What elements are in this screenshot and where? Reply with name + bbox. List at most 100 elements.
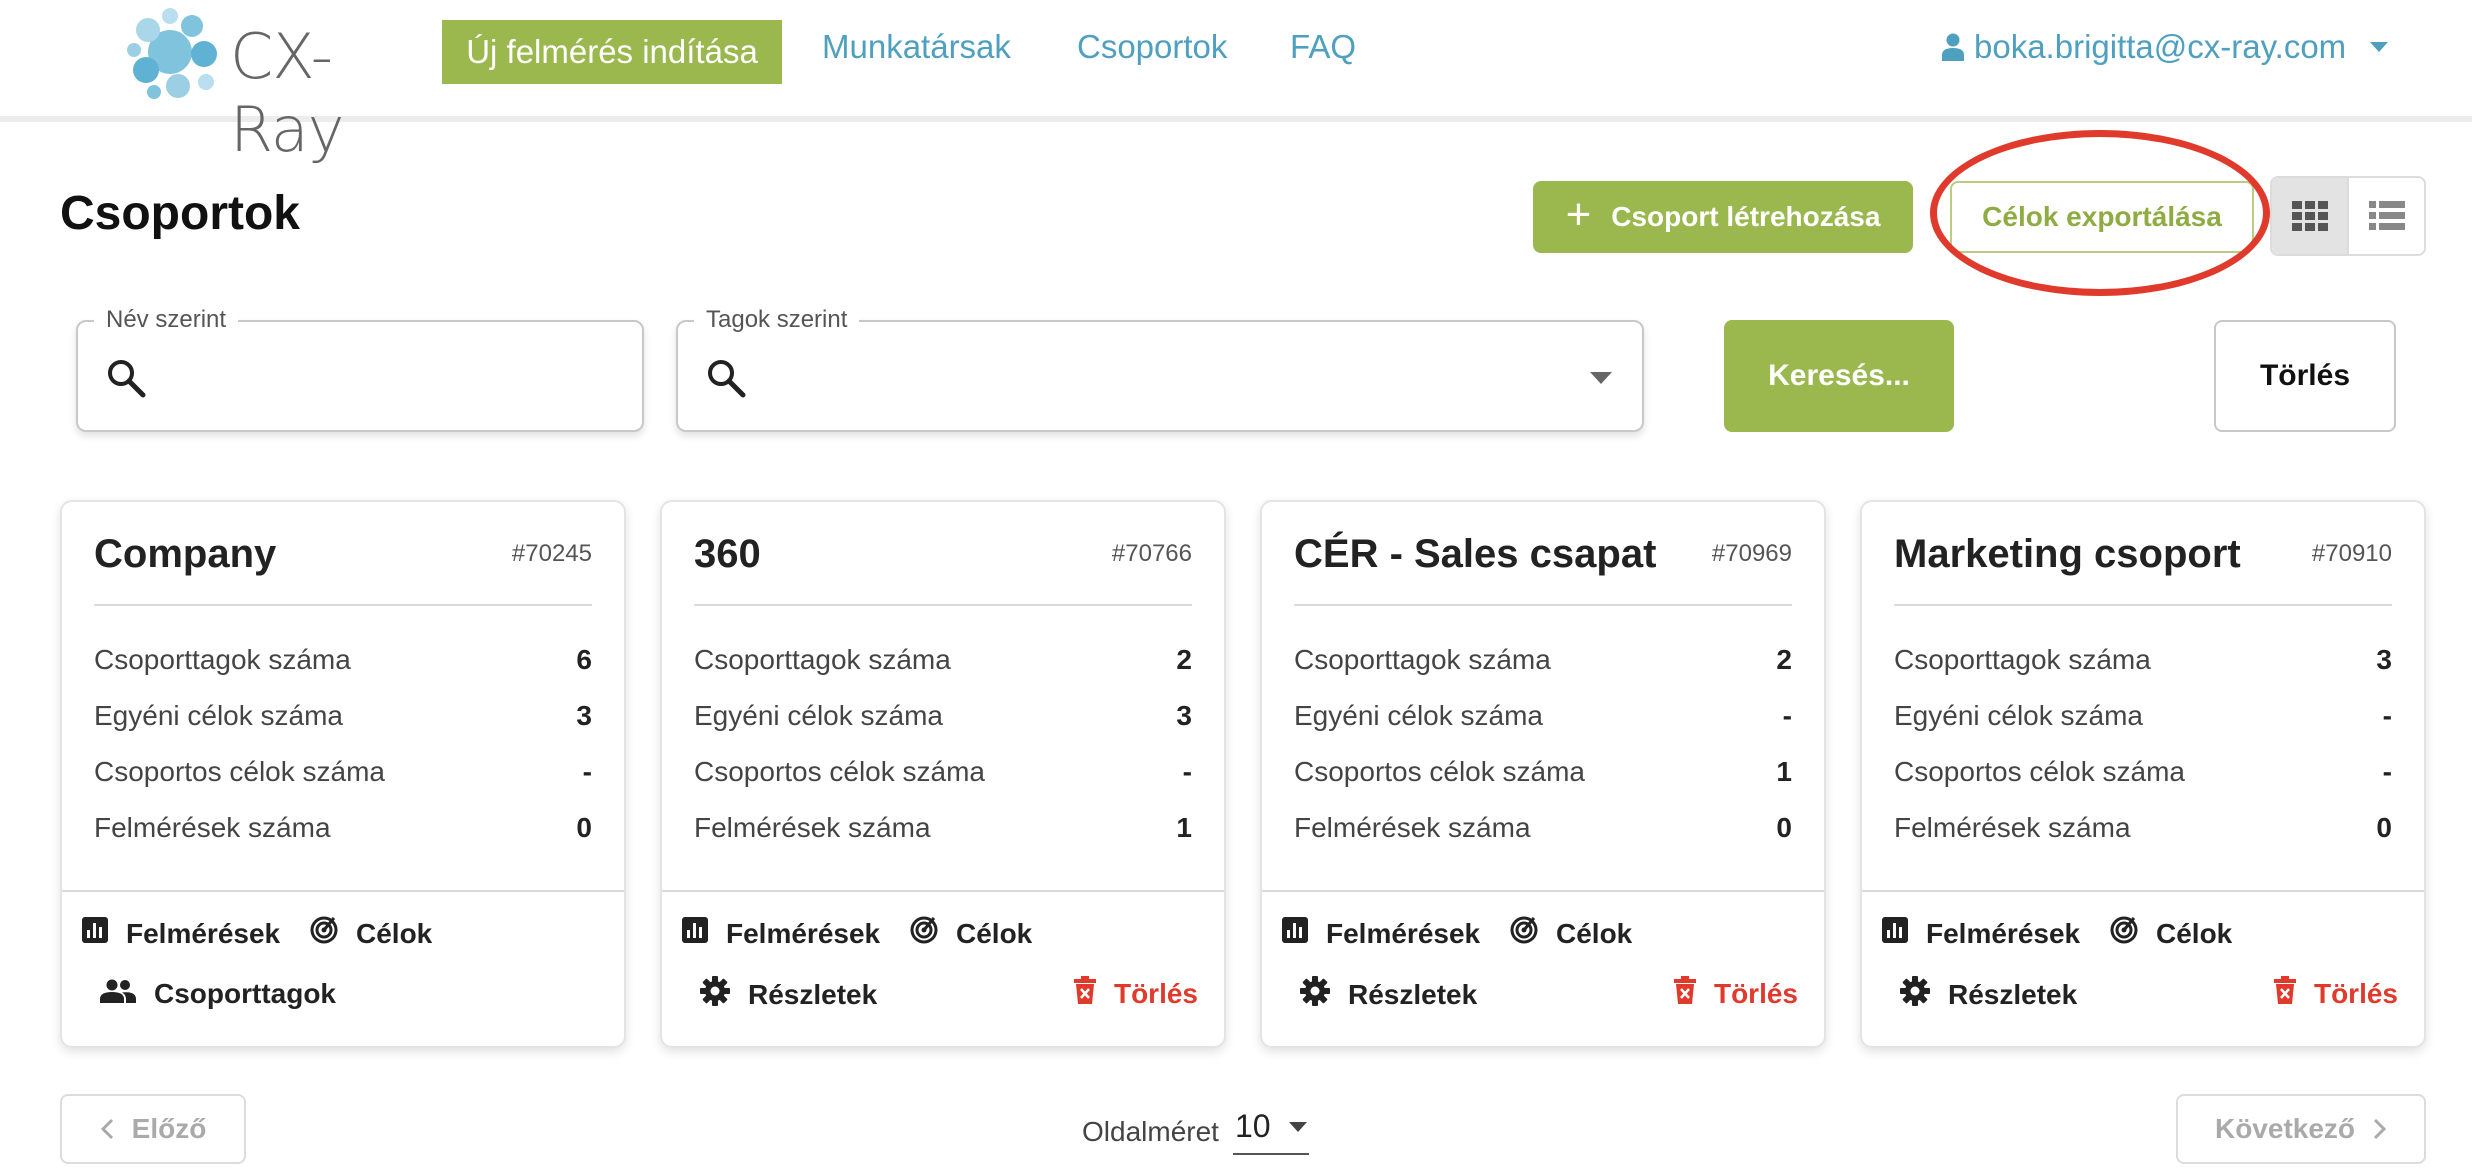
- target-icon: [910, 916, 938, 951]
- card-divider: [694, 604, 1192, 606]
- stat-value: 1: [1776, 756, 1792, 787]
- list-icon: [2368, 201, 2405, 230]
- logo-bubbles-icon: [127, 8, 217, 99]
- create-group-button[interactable]: + Csoport létrehozása: [1533, 181, 1913, 253]
- card-divider: [1862, 890, 2424, 892]
- delete-label: Törlés: [1113, 977, 1198, 1009]
- stat-label: Felmérések száma: [694, 812, 931, 843]
- next-page-label: Következő: [2214, 1113, 2356, 1144]
- goals-link[interactable]: Célok: [1510, 916, 1632, 951]
- nav-link-colleagues[interactable]: Munkatársak: [822, 28, 1011, 66]
- chevron-down-icon: [1288, 1121, 1307, 1132]
- delete-group-button[interactable]: Törlés: [1073, 976, 1198, 1011]
- plus-icon: +: [1565, 190, 1592, 239]
- group-id: #70910: [2311, 540, 2392, 567]
- details-link[interactable]: Részletek: [1900, 976, 2077, 1013]
- chevron-down-icon: [2370, 42, 2389, 52]
- goals-label: Célok: [356, 917, 433, 949]
- next-page-button[interactable]: Következő: [2176, 1094, 2426, 1164]
- goals-link[interactable]: Célok: [310, 916, 432, 951]
- details-label: Részletek: [748, 978, 878, 1010]
- members-label: Csoporttagok: [154, 978, 336, 1009]
- export-goals-button[interactable]: Célok exportálása: [1950, 181, 2254, 253]
- members-filter-label: Tagok szerint: [694, 306, 860, 334]
- nav-link-groups[interactable]: Csoportok: [1077, 28, 1227, 66]
- stat-label: Felmérések száma: [1894, 812, 2131, 843]
- card-divider: [662, 890, 1224, 892]
- surveys-link[interactable]: Felmérések: [1282, 917, 1480, 950]
- new-survey-button[interactable]: Új felmérés indítása: [442, 20, 782, 84]
- group-id: #70245: [511, 540, 592, 567]
- group-name[interactable]: CÉR - Sales csapat: [1294, 532, 1656, 577]
- stat-label: Csoportos célok száma: [694, 756, 986, 787]
- details-link[interactable]: Részletek: [700, 976, 877, 1013]
- stat-row: Egyéni célok száma 3: [694, 696, 1192, 736]
- logo-text: CX-Ray: [230, 20, 344, 166]
- create-group-label: Csoport létrehozása: [1611, 201, 1881, 232]
- nav-link-faq[interactable]: FAQ: [1290, 28, 1356, 66]
- stat-value: -: [1782, 700, 1792, 731]
- group-card[interactable]: Marketing csoport #70910 Csoporttagok szá…: [1860, 500, 2426, 1048]
- page-size-select[interactable]: 10: [1232, 1108, 1309, 1155]
- card-divider: [94, 604, 592, 606]
- target-icon: [2110, 916, 2138, 951]
- surveys-label: Felmérések: [1926, 917, 2081, 949]
- surveys-link[interactable]: Felmérések: [682, 917, 880, 950]
- bar-chart-icon: [682, 917, 708, 950]
- group-name[interactable]: Marketing csoport: [1894, 532, 2241, 577]
- members-filter-field[interactable]: Tagok szerint: [676, 306, 1644, 432]
- surveys-label: Felmérések: [1326, 917, 1481, 949]
- stat-label: Egyéni célok száma: [1894, 700, 2144, 731]
- members-link[interactable]: Csoporttagok: [100, 978, 336, 1010]
- search-icon: [708, 360, 746, 398]
- clear-filters-button[interactable]: Törlés: [2214, 320, 2396, 432]
- user-menu[interactable]: boka.brigitta@cx-ray.com: [1942, 28, 2389, 66]
- stat-row: Csoporttagok száma 2: [694, 640, 1192, 680]
- search-button[interactable]: Keresés...: [1724, 320, 1954, 432]
- stat-row: Csoporttagok száma 2: [1294, 640, 1792, 680]
- list-view-button[interactable]: [2349, 178, 2424, 254]
- surveys-link[interactable]: Felmérések: [1882, 917, 2080, 950]
- bar-chart-icon: [82, 917, 108, 950]
- stat-value: -: [2382, 700, 2392, 731]
- trash-icon: [2273, 976, 2296, 1011]
- stat-label: Egyéni célok száma: [1294, 700, 1544, 731]
- stat-value: 2: [1776, 644, 1792, 675]
- stat-label: Csoporttagok száma: [694, 644, 951, 675]
- group-id: #70766: [1111, 540, 1192, 567]
- group-name[interactable]: 360: [694, 532, 761, 577]
- stat-row: Csoportos célok száma -: [94, 752, 592, 792]
- group-card[interactable]: CÉR - Sales csapat #70969 Csoporttagok sz…: [1260, 500, 1826, 1048]
- stat-row: Csoporttagok száma 6: [94, 640, 592, 680]
- name-filter-field[interactable]: Név szerint: [76, 306, 644, 432]
- goals-label: Célok: [1556, 917, 1633, 949]
- surveys-label: Felmérések: [126, 917, 281, 949]
- details-link[interactable]: Részletek: [1300, 976, 1477, 1013]
- stat-label: Csoporttagok száma: [1894, 644, 2151, 675]
- delete-group-button[interactable]: Törlés: [1673, 976, 1798, 1011]
- goals-link[interactable]: Célok: [910, 916, 1032, 951]
- stat-value: 0: [576, 812, 592, 843]
- delete-group-button[interactable]: Törlés: [2273, 976, 2398, 1011]
- stat-label: Csoporttagok száma: [1294, 644, 1551, 675]
- dropdown-arrow-icon[interactable]: [1590, 372, 1612, 384]
- stat-label: Csoportos célok száma: [1294, 756, 1586, 787]
- stat-value: -: [1182, 756, 1192, 787]
- goals-link[interactable]: Célok: [2110, 916, 2232, 951]
- previous-page-button[interactable]: Előző: [60, 1094, 246, 1164]
- group-card[interactable]: Company #70245 Csoporttagok száma 6 Egyén…: [60, 500, 626, 1048]
- grid-view-button[interactable]: [2272, 178, 2349, 254]
- stat-row: Csoportos célok száma -: [1894, 752, 2392, 792]
- group-card[interactable]: 360 #70766 Csoporttagok száma 2 Egyéni cé…: [660, 500, 1226, 1048]
- surveys-link[interactable]: Felmérések: [82, 917, 280, 950]
- stat-value: -: [2382, 756, 2392, 787]
- group-name[interactable]: Company: [94, 532, 276, 577]
- stat-row: Felmérések száma 0: [1894, 808, 2392, 848]
- stat-row: Felmérések száma 1: [694, 808, 1192, 848]
- stat-label: Egyéni célok száma: [694, 700, 944, 731]
- chevron-right-icon: [2373, 1118, 2387, 1140]
- delete-label: Törlés: [1713, 977, 1798, 1009]
- gear-icon: [1900, 976, 1930, 1013]
- stat-value: 1: [1176, 812, 1192, 843]
- cx-ray-logo[interactable]: CX-Ray: [126, 6, 416, 166]
